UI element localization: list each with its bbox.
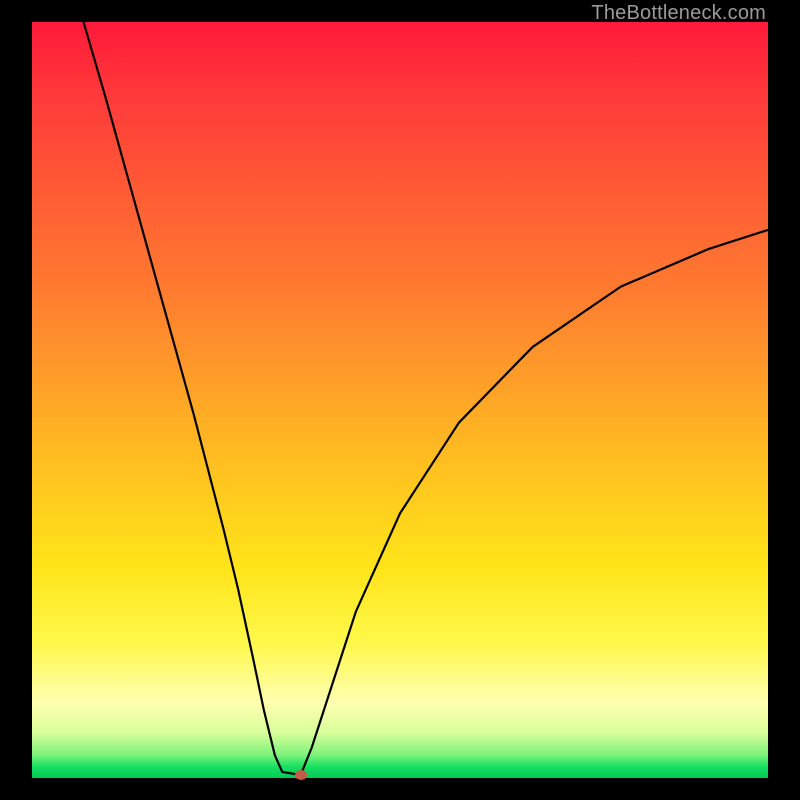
min-marker	[295, 770, 307, 780]
chart-frame: TheBottleneck.com	[0, 0, 800, 800]
curve-svg	[32, 22, 768, 778]
plot-area	[32, 22, 768, 778]
bottleneck-curve	[84, 22, 768, 775]
watermark-text: TheBottleneck.com	[591, 2, 766, 25]
